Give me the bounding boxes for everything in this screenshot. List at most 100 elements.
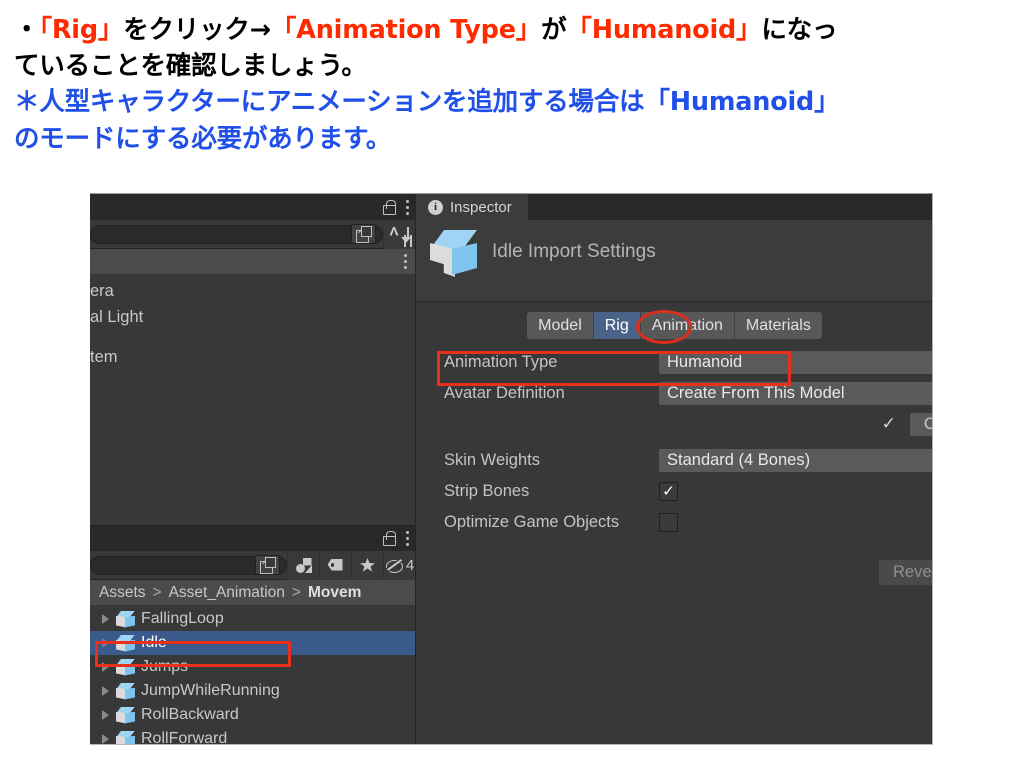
hierarchy-tabstrip: [90, 194, 415, 220]
tag-icon[interactable]: [319, 550, 351, 580]
hierarchy-list: era al Light tem: [90, 274, 415, 370]
prefab-icon: [428, 230, 478, 278]
hierarchy-toolbar: [90, 219, 415, 249]
asset-label: FallingLoop: [141, 610, 224, 627]
animation-type-label: Animation Type: [444, 353, 558, 371]
asset-label: Idle: [141, 634, 167, 651]
animation-type-dropdown[interactable]: Humanoid: [659, 351, 932, 374]
avatar-valid-check-icon: ✓: [881, 414, 896, 433]
hierarchy-item[interactable]: era: [90, 278, 415, 304]
left-column: era al Light tem 4 Assets > Asset_Animat…: [90, 194, 415, 744]
kebab-menu-icon[interactable]: [405, 199, 409, 215]
tab-animation[interactable]: Animation: [640, 312, 735, 339]
prefab-icon: [116, 730, 135, 744]
prefab-icon: [116, 610, 135, 628]
configure-button[interactable]: Co: [909, 412, 932, 436]
object-picker-icon[interactable]: [255, 555, 280, 575]
inspector-header: Idle Import Settings: [416, 220, 932, 302]
kebab-menu-icon[interactable]: [403, 254, 407, 269]
hierarchy-window: era al Light tem: [90, 194, 415, 525]
project-tab-tools: [382, 531, 409, 546]
asset-label: RollBackward: [141, 706, 239, 723]
caption-tail: になっ: [761, 15, 838, 45]
strip-bones-row: Strip Bones ✓: [416, 476, 932, 507]
animation-type-row: Animation Type Humanoid: [416, 347, 932, 378]
project-asset-list: FallingLoop Idle Jumps JumpWhileRunning: [90, 605, 415, 744]
hierarchy-tab-tools: [382, 199, 409, 215]
import-settings-tabs: Model Rig Animation Materials: [416, 312, 932, 339]
caption-line-3: ＊人型キャラクターにアニメーションを追加する場合は「Humanoid」: [14, 87, 840, 118]
project-toolbar: 4: [90, 550, 415, 580]
skin-weights-dropdown[interactable]: Standard (4 Bones): [659, 449, 932, 472]
asset-label: Jumps: [141, 658, 189, 675]
caption-rig-term: 「Rig」: [39, 15, 124, 45]
chevron-right-icon[interactable]: [102, 614, 109, 624]
project-search-input[interactable]: [90, 555, 287, 575]
inspector-tab-label: Inspector: [450, 198, 512, 216]
tab-rig[interactable]: Rig: [593, 312, 641, 339]
hierarchy-item[interactable]: al Light: [90, 304, 415, 330]
prefab-icon: [116, 634, 135, 652]
page-title: Idle Import Settings: [492, 241, 656, 262]
prefab-icon: [116, 682, 135, 700]
chevron-right-icon[interactable]: [102, 686, 109, 696]
list-item[interactable]: RollForward: [90, 727, 415, 744]
list-item[interactable]: RollBackward: [90, 703, 415, 727]
unity-editor-screenshot: era al Light tem 4 Assets > Asset_Animat…: [90, 193, 933, 745]
caption-line-1: ・「Rig」をクリック→「Animation Type」が「Humanoid」に…: [14, 12, 1010, 48]
sort-alphabetical-icon[interactable]: [383, 219, 415, 249]
revert-row: Rever: [416, 560, 932, 585]
list-item[interactable]: FallingLoop: [90, 607, 415, 631]
list-item[interactable]: JumpWhileRunning: [90, 679, 415, 703]
lock-icon[interactable]: [382, 531, 396, 546]
list-item[interactable]: Idle: [90, 631, 415, 655]
inspector-body: Model Rig Animation Materials Animation …: [416, 302, 932, 744]
object-picker-icon[interactable]: [351, 224, 376, 244]
eye-off-icon[interactable]: 4: [383, 550, 415, 580]
avatar-definition-label: Avatar Definition: [444, 384, 565, 402]
chevron-right-icon[interactable]: [102, 734, 109, 744]
caption-line-2: ていることを確認しましょう。: [14, 51, 367, 82]
project-tabstrip: [90, 525, 415, 551]
star-icon[interactable]: [351, 550, 383, 580]
asset-label: JumpWhileRunning: [141, 682, 280, 699]
avatar-filter-icon[interactable]: [287, 550, 319, 580]
breadcrumb-separator: >: [152, 583, 162, 601]
avatar-definition-dropdown[interactable]: Create From This Model: [659, 382, 932, 405]
caption-bullet: ・: [14, 15, 40, 45]
chevron-right-icon[interactable]: [102, 662, 109, 672]
caption-animationtype-term: 「Animation Type」: [270, 15, 542, 45]
project-window: 4 Assets > Asset_Animation > Movem Falli…: [90, 525, 415, 744]
lock-icon[interactable]: [382, 199, 396, 215]
strip-bones-checkbox[interactable]: ✓: [659, 482, 678, 501]
hierarchy-spacer: [90, 330, 415, 344]
hierarchy-scene-row[interactable]: [90, 249, 415, 274]
tab-inspector[interactable]: Inspector: [416, 194, 528, 220]
optimize-game-objects-checkbox[interactable]: [659, 513, 678, 532]
hierarchy-search-input[interactable]: [90, 224, 383, 244]
caption-click-text: をクリック→: [123, 15, 271, 45]
list-item[interactable]: Jumps: [90, 655, 415, 679]
hidden-asset-count: 4: [405, 556, 415, 574]
kebab-menu-icon[interactable]: [405, 531, 409, 546]
tab-materials[interactable]: Materials: [734, 312, 822, 339]
skin-weights-label: Skin Weights: [444, 451, 540, 469]
revert-button[interactable]: Rever: [878, 560, 932, 585]
info-icon: [428, 199, 443, 215]
breadcrumb-root[interactable]: Assets: [99, 584, 146, 602]
optimize-game-objects-row: Optimize Game Objects: [416, 507, 932, 538]
skin-weights-row: Skin Weights Standard (4 Bones): [416, 445, 932, 476]
instruction-caption: ・「Rig」をクリック→「Animation Type」が「Humanoid」に…: [0, 0, 1024, 157]
chevron-right-icon[interactable]: [102, 638, 109, 648]
avatar-definition-row: Avatar Definition Create From This Model: [416, 378, 932, 409]
tab-model[interactable]: Model: [527, 312, 594, 339]
optimize-game-objects-label: Optimize Game Objects: [444, 513, 620, 531]
caption-ga: が: [541, 15, 567, 45]
hierarchy-item[interactable]: tem: [90, 344, 415, 370]
inspector-window: Inspector Idle Import Settings Model Rig…: [415, 194, 932, 744]
chevron-right-icon[interactable]: [102, 710, 109, 720]
configure-row: ✓ Co: [416, 409, 932, 439]
breadcrumb-mid[interactable]: Asset_Animation: [169, 584, 285, 602]
prefab-icon: [116, 658, 135, 676]
prefab-icon: [116, 706, 135, 724]
